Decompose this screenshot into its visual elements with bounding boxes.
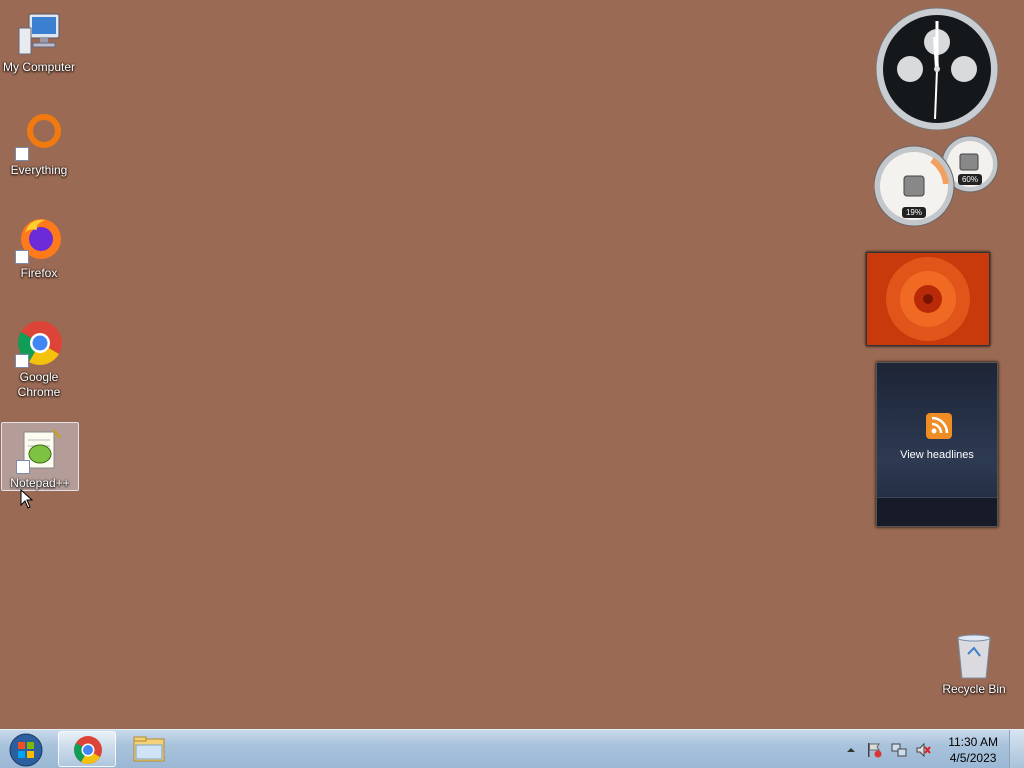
slideshow-image (867, 253, 989, 345)
chrome-icon (74, 736, 102, 764)
shortcut-arrow-icon (15, 250, 29, 264)
desktop-icon-my-computer[interactable]: My Computer (1, 10, 77, 75)
volume-muted-icon[interactable] (915, 742, 931, 758)
desktop-icon-google-chrome[interactable]: Google Chrome (1, 320, 77, 400)
show-hidden-icons-button[interactable] (845, 742, 861, 758)
show-desktop-button[interactable] (1009, 730, 1024, 768)
view-headlines-link[interactable]: View headlines (877, 449, 997, 461)
shortcut-arrow-icon (15, 147, 29, 161)
notepadpp-icon (16, 426, 64, 474)
clock-gadget[interactable] (875, 7, 999, 136)
chrome-icon (15, 320, 63, 368)
slideshow-gadget[interactable] (866, 252, 990, 346)
windows-logo-icon (9, 733, 43, 767)
desktop-icon-label: Google Chrome (17, 370, 61, 399)
start-button[interactable] (6, 732, 46, 768)
firefox-icon (15, 216, 63, 264)
desktop-icon-label: Recycle Bin (942, 682, 1006, 696)
taskbar-chrome-button[interactable] (58, 731, 116, 767)
mouse-cursor-icon (20, 488, 34, 514)
desktop-icon-notepadpp[interactable]: Notepad++ (1, 422, 79, 491)
memory-usage-value: 60% (962, 175, 978, 184)
everything-icon (15, 113, 63, 161)
computer-icon (15, 10, 63, 58)
action-center-flag-icon[interactable] (866, 742, 882, 758)
taskbar: 11:30 AM 4/5/2023 (0, 729, 1024, 768)
cpu-meter-gadget[interactable]: 19% 60% (873, 134, 1000, 233)
recycle-bin-icon (950, 632, 998, 680)
taskbar-explorer-button[interactable] (120, 731, 178, 767)
desktop-icon-recycle-bin[interactable]: Recycle Bin (936, 632, 1012, 697)
cpu-usage-value: 19% (906, 208, 922, 217)
desktop-icon-label: Notepad++ (10, 476, 70, 490)
desktop-icon-everything[interactable]: Everything (1, 113, 77, 178)
taskbar-clock[interactable]: 11:30 AM 4/5/2023 (948, 734, 998, 766)
desktop-icon-label: Everything (10, 163, 68, 177)
folder-icon (133, 736, 165, 762)
network-icon[interactable] (891, 742, 907, 758)
feed-headlines-gadget[interactable]: View headlines (876, 362, 998, 527)
shortcut-arrow-icon (16, 460, 30, 474)
clock-date: 4/5/2023 (949, 751, 997, 765)
desktop-icon-label: My Computer (2, 60, 76, 74)
feed-gadget-footer (877, 497, 997, 526)
clock-time: 11:30 AM (948, 735, 998, 749)
desktop-icon-label: Firefox (20, 266, 58, 280)
rss-icon (926, 413, 952, 439)
desktop-icon-firefox[interactable]: Firefox (1, 216, 77, 281)
shortcut-arrow-icon (15, 354, 29, 368)
